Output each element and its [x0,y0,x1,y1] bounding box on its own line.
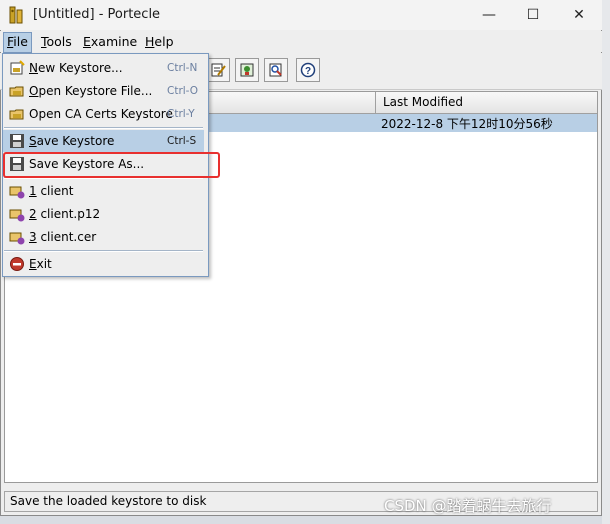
menu-item-mnemonic: 3 [29,230,37,244]
status-text: Save the loaded keystore to disk [10,494,207,508]
column-divider[interactable] [375,92,376,113]
minimize-icon: — [482,7,496,23]
recent-file-icon [9,186,25,199]
background-window-edge [602,0,610,524]
edit-document-icon [211,63,226,77]
menu-item-open-ca-certs[interactable]: Open CA Certs Keystore Ctrl-Y [3,103,204,125]
menu-item-accelerator: Ctrl-S [167,135,197,147]
recent-file-icon [9,209,25,222]
menu-examine-label: xamine [90,34,138,49]
menu-item-label: client [36,184,74,198]
menu-item-recent-client-p12[interactable]: 2 client.p12 [3,203,204,225]
new-keystore-icon [10,60,25,75]
menu-item-open-keystore-file[interactable]: Open Keystore File... Ctrl-O [3,80,204,102]
menu-item-label: client.p12 [36,207,101,221]
menu-item-accelerator: Ctrl-N [167,62,198,74]
last-modified-cell: 2022-12-8 下午12时10分56秒 [381,117,553,131]
menu-item-mnemonic: 1 [29,184,37,198]
menu-item-label: ew Keystore... [37,61,123,75]
menu-separator [4,127,203,129]
menu-item-recent-client[interactable]: 1 client [3,180,204,202]
toolbar-button-edit[interactable] [206,58,230,82]
menu-item-label: Open CA Certs Keystore [29,107,173,121]
menu-item-exit[interactable]: Exit [3,253,204,275]
menu-tools[interactable]: Tools [38,32,75,51]
menu-item-new-keystore[interactable]: New Keystore... Ctrl-N [3,57,204,79]
close-icon: ✕ [573,7,585,23]
menu-item-mnemonic: S [29,134,37,148]
window-title: [Untitled] - Portecle [33,7,161,22]
close-button[interactable]: ✕ [556,0,602,30]
highlight-annotation-box [3,152,220,178]
toolbar-button-examine[interactable] [264,58,288,82]
menu-item-mnemonic: E [29,257,37,271]
open-file-icon [9,86,24,97]
menu-help[interactable]: Help [142,32,177,51]
svg-text:?: ? [305,66,311,77]
menu-item-label: pen Keystore File... [38,84,153,98]
minimize-button[interactable]: — [466,0,512,30]
menu-item-accelerator: Ctrl-Y [167,108,195,120]
menu-item-save-keystore[interactable]: Save Keystore Ctrl-S [3,130,204,152]
menu-item-accelerator: Ctrl-O [167,85,199,97]
menu-file-label: ile [13,34,28,49]
watermark: CSDN @踏着蜗牛去旅行 [384,497,552,515]
menu-item-mnemonic: 2 [29,207,37,221]
maximize-icon: ☐ [526,7,540,23]
open-cacerts-icon [9,109,24,120]
menu-examine[interactable]: Examine [80,32,140,51]
examine-certificate-icon [269,63,282,77]
save-icon [10,134,24,148]
menu-help-label: elp [154,34,174,49]
menu-separator [4,250,203,252]
menu-item-label: client.cer [36,230,97,244]
exit-icon [10,257,24,271]
menu-file[interactable]: File [3,32,32,53]
menu-examine-mnemonic: E [83,34,91,49]
menu-item-mnemonic: N [29,61,38,75]
recent-file-icon [9,232,25,245]
maximize-button[interactable]: ☐ [510,0,556,30]
column-header-last-modified[interactable]: Last Modified [383,95,463,109]
help-icon: ? [300,62,316,78]
toolbar-button-help[interactable]: ? [296,58,320,82]
menu-tools-label: ools [46,34,72,49]
toolbar-button-import[interactable] [235,58,259,82]
certificate-import-icon [240,63,254,77]
menu-item-label: xit [36,257,52,271]
menu-item-label: ave Keystore [36,134,115,148]
menu-help-mnemonic: H [145,34,155,49]
portecle-app-icon [9,6,25,24]
menu-item-recent-client-cer[interactable]: 3 client.cer [3,226,204,248]
